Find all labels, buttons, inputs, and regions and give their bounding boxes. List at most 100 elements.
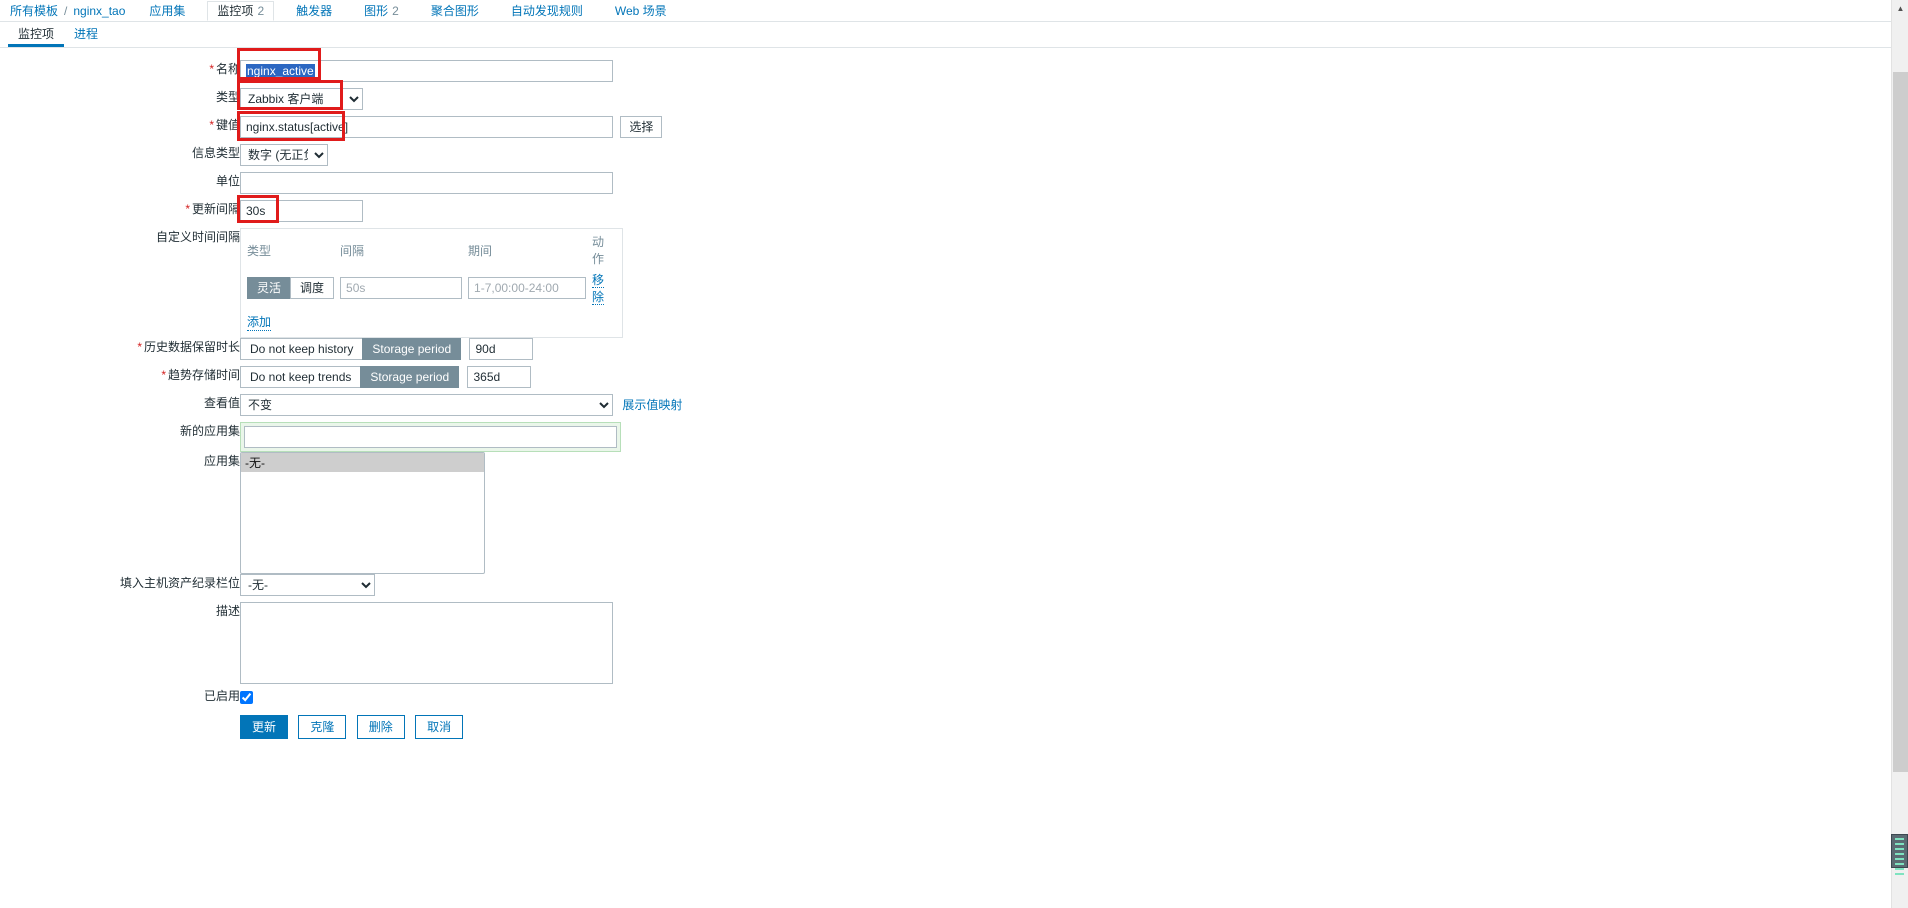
- scroll-track[interactable]: [1892, 17, 1908, 891]
- breadcrumb-separator: /: [64, 3, 68, 18]
- tab-processes[interactable]: 进程: [64, 23, 108, 47]
- required-marker: *: [209, 62, 214, 76]
- label-custom-intervals: 自定义时间间隔: [155, 230, 240, 244]
- units-input[interactable]: [240, 172, 613, 194]
- scroll-grip-icon[interactable]: [1891, 834, 1908, 875]
- sub-tab-bar: 监控项 进程: [0, 22, 1908, 48]
- form-row-units: 单位: [0, 172, 682, 200]
- custom-intervals-header-type: 类型: [247, 243, 272, 258]
- label-update-interval: * 更新间隔: [0, 200, 240, 228]
- update-interval-input[interactable]: [240, 200, 363, 222]
- label-trends: * 趋势存储时间: [0, 366, 240, 394]
- show-value-select[interactable]: 不变: [240, 394, 613, 416]
- scroll-up-arrow-icon[interactable]: ▲: [1892, 0, 1908, 17]
- label-history: * 历史数据保留时长: [0, 338, 240, 366]
- nav-item-discovery-rules[interactable]: 自动发现规则: [501, 1, 593, 21]
- history-do-not-keep[interactable]: Do not keep history: [240, 338, 364, 360]
- custom-interval-add-link[interactable]: 添加: [247, 313, 272, 331]
- key-input[interactable]: [240, 116, 613, 138]
- nav-item-items-count: 2: [257, 3, 265, 18]
- tab-item[interactable]: 监控项: [8, 23, 65, 47]
- form-row-description: 描述: [0, 602, 682, 687]
- custom-intervals-header-period: 期间: [468, 243, 493, 258]
- breadcrumb-host[interactable]: nginx_tao: [71, 4, 127, 18]
- label-key: * 键值: [0, 116, 240, 144]
- nav-item-items-label: 监控项: [217, 3, 254, 18]
- delete-button[interactable]: 删除: [356, 715, 405, 739]
- name-input-value: nginx_active: [246, 64, 315, 78]
- scroll-thumb[interactable]: [1893, 72, 1908, 772]
- custom-intervals-header-interval: 间隔: [340, 243, 365, 258]
- cancel-button[interactable]: 取消: [415, 715, 464, 739]
- label-applications: 应用集: [203, 454, 240, 468]
- form-row-applications: 应用集 -无-: [0, 452, 682, 574]
- form-row-value-type: 信息类型 数字 (无正负): [0, 144, 682, 172]
- interval-type-flexible[interactable]: 灵活: [247, 277, 292, 299]
- label-host-inventory: 填入主机资产纪录栏位: [119, 576, 240, 590]
- new-application-input[interactable]: [244, 426, 617, 448]
- breadcrumb-all-templates[interactable]: 所有模板: [8, 2, 60, 19]
- trends-mode-toggle: Do not keep trends Storage period: [240, 366, 460, 388]
- name-input[interactable]: nginx_active: [240, 60, 613, 82]
- label-show-value: 查看值: [203, 396, 240, 410]
- top-navigation: 所有模板 / nginx_tao 应用集 监控项 2 触发器 图形 2 聚合图形 自…: [0, 0, 1908, 22]
- show-value-mapping-link[interactable]: 展示值映射: [622, 398, 682, 412]
- nav-item-graphs-count: 2: [392, 3, 399, 18]
- form-row-update-interval: * 更新间隔: [0, 195, 682, 228]
- nav-item-web-scenarios[interactable]: Web 场景: [605, 1, 677, 21]
- label-key-text: 键值: [215, 118, 240, 132]
- form-row-enabled: 已启用: [0, 687, 682, 715]
- required-marker: *: [161, 368, 166, 382]
- interval-type-scheduling[interactable]: 调度: [290, 277, 335, 299]
- applications-listbox[interactable]: -无-: [240, 452, 485, 574]
- page-root: 所有模板 / nginx_tao 应用集 监控项 2 触发器 图形 2 聚合图形 自…: [0, 0, 1908, 908]
- label-description: 描述: [215, 604, 240, 618]
- enabled-checkbox[interactable]: [240, 691, 253, 704]
- trends-do-not-keep[interactable]: Do not keep trends: [240, 366, 362, 388]
- type-select[interactable]: Zabbix 客户端: [240, 88, 363, 110]
- form-row-new-application: 新的应用集: [0, 422, 682, 452]
- history-mode-toggle: Do not keep history Storage period: [240, 338, 462, 360]
- value-type-select[interactable]: 数字 (无正负): [240, 144, 328, 166]
- form-row-custom-intervals: 自定义时间间隔 类型 间隔 期间 动作 灵活 调度 50s 1-7,00:00-…: [0, 228, 682, 338]
- custom-period-input[interactable]: [468, 277, 587, 299]
- label-name-text: 名称: [215, 62, 240, 76]
- form-row-key: *键值 选择: [0, 111, 682, 144]
- applications-option-none[interactable]: -无-: [241, 453, 484, 472]
- item-form: * 名称 nginx_active 类型 Zabbix 客户端 * 键值 ngi…: [0, 48, 1908, 743]
- interval-type-toggle: 灵活 调度: [247, 277, 335, 299]
- required-marker: *: [185, 202, 190, 216]
- key-select-button[interactable]: 选择: [620, 116, 663, 138]
- key-field-wrapper: 选择: [237, 111, 669, 141]
- history-storage-period[interactable]: Storage period: [362, 338, 462, 360]
- name-field-wrapper: nginx_active: [237, 48, 613, 82]
- trends-storage-period[interactable]: Storage period: [360, 366, 460, 388]
- form-row-show-value: 查看值 不变 展示值映射: [0, 394, 682, 422]
- nav-item-graphs-label: 图形: [364, 3, 389, 18]
- form-row-trends: * 趋势存储时间 Do not keep trends Storage perio…: [0, 366, 682, 394]
- update-button[interactable]: 更新: [240, 715, 289, 739]
- nav-item-applications[interactable]: 应用集: [139, 1, 195, 21]
- type-field-wrapper: Zabbix 客户端: [237, 80, 363, 110]
- nav-item-items[interactable]: 监控项 2: [207, 0, 275, 21]
- label-new-application: 新的应用集: [179, 424, 240, 438]
- nav-item-triggers[interactable]: 触发器: [286, 1, 342, 21]
- trends-value-input[interactable]: [467, 366, 532, 388]
- nav-item-graphs[interactable]: 图形 2: [354, 1, 409, 21]
- nav-item-screens[interactable]: 聚合图形: [421, 1, 489, 21]
- label-trends-text: 趋势存储时间: [167, 368, 240, 382]
- form-row-actions: 更新 克隆 删除 取消: [0, 715, 682, 743]
- custom-interval-remove-link[interactable]: 移除: [592, 273, 605, 305]
- update-interval-wrapper: [237, 195, 363, 223]
- label-type: 类型: [215, 90, 240, 104]
- label-name: * 名称: [0, 60, 240, 88]
- new-application-highlight: [240, 422, 621, 452]
- label-history-text: 历史数据保留时长: [143, 340, 240, 354]
- page-scrollbar[interactable]: ▲: [1891, 0, 1908, 908]
- host-inventory-select[interactable]: -无-: [240, 574, 375, 596]
- history-value-input[interactable]: [469, 338, 534, 360]
- item-form-table: * 名称 nginx_active 类型 Zabbix 客户端 * 键值 ngi…: [0, 48, 682, 743]
- clone-button[interactable]: 克隆: [298, 715, 347, 739]
- description-textarea[interactable]: [240, 602, 613, 684]
- custom-interval-input[interactable]: [340, 277, 463, 299]
